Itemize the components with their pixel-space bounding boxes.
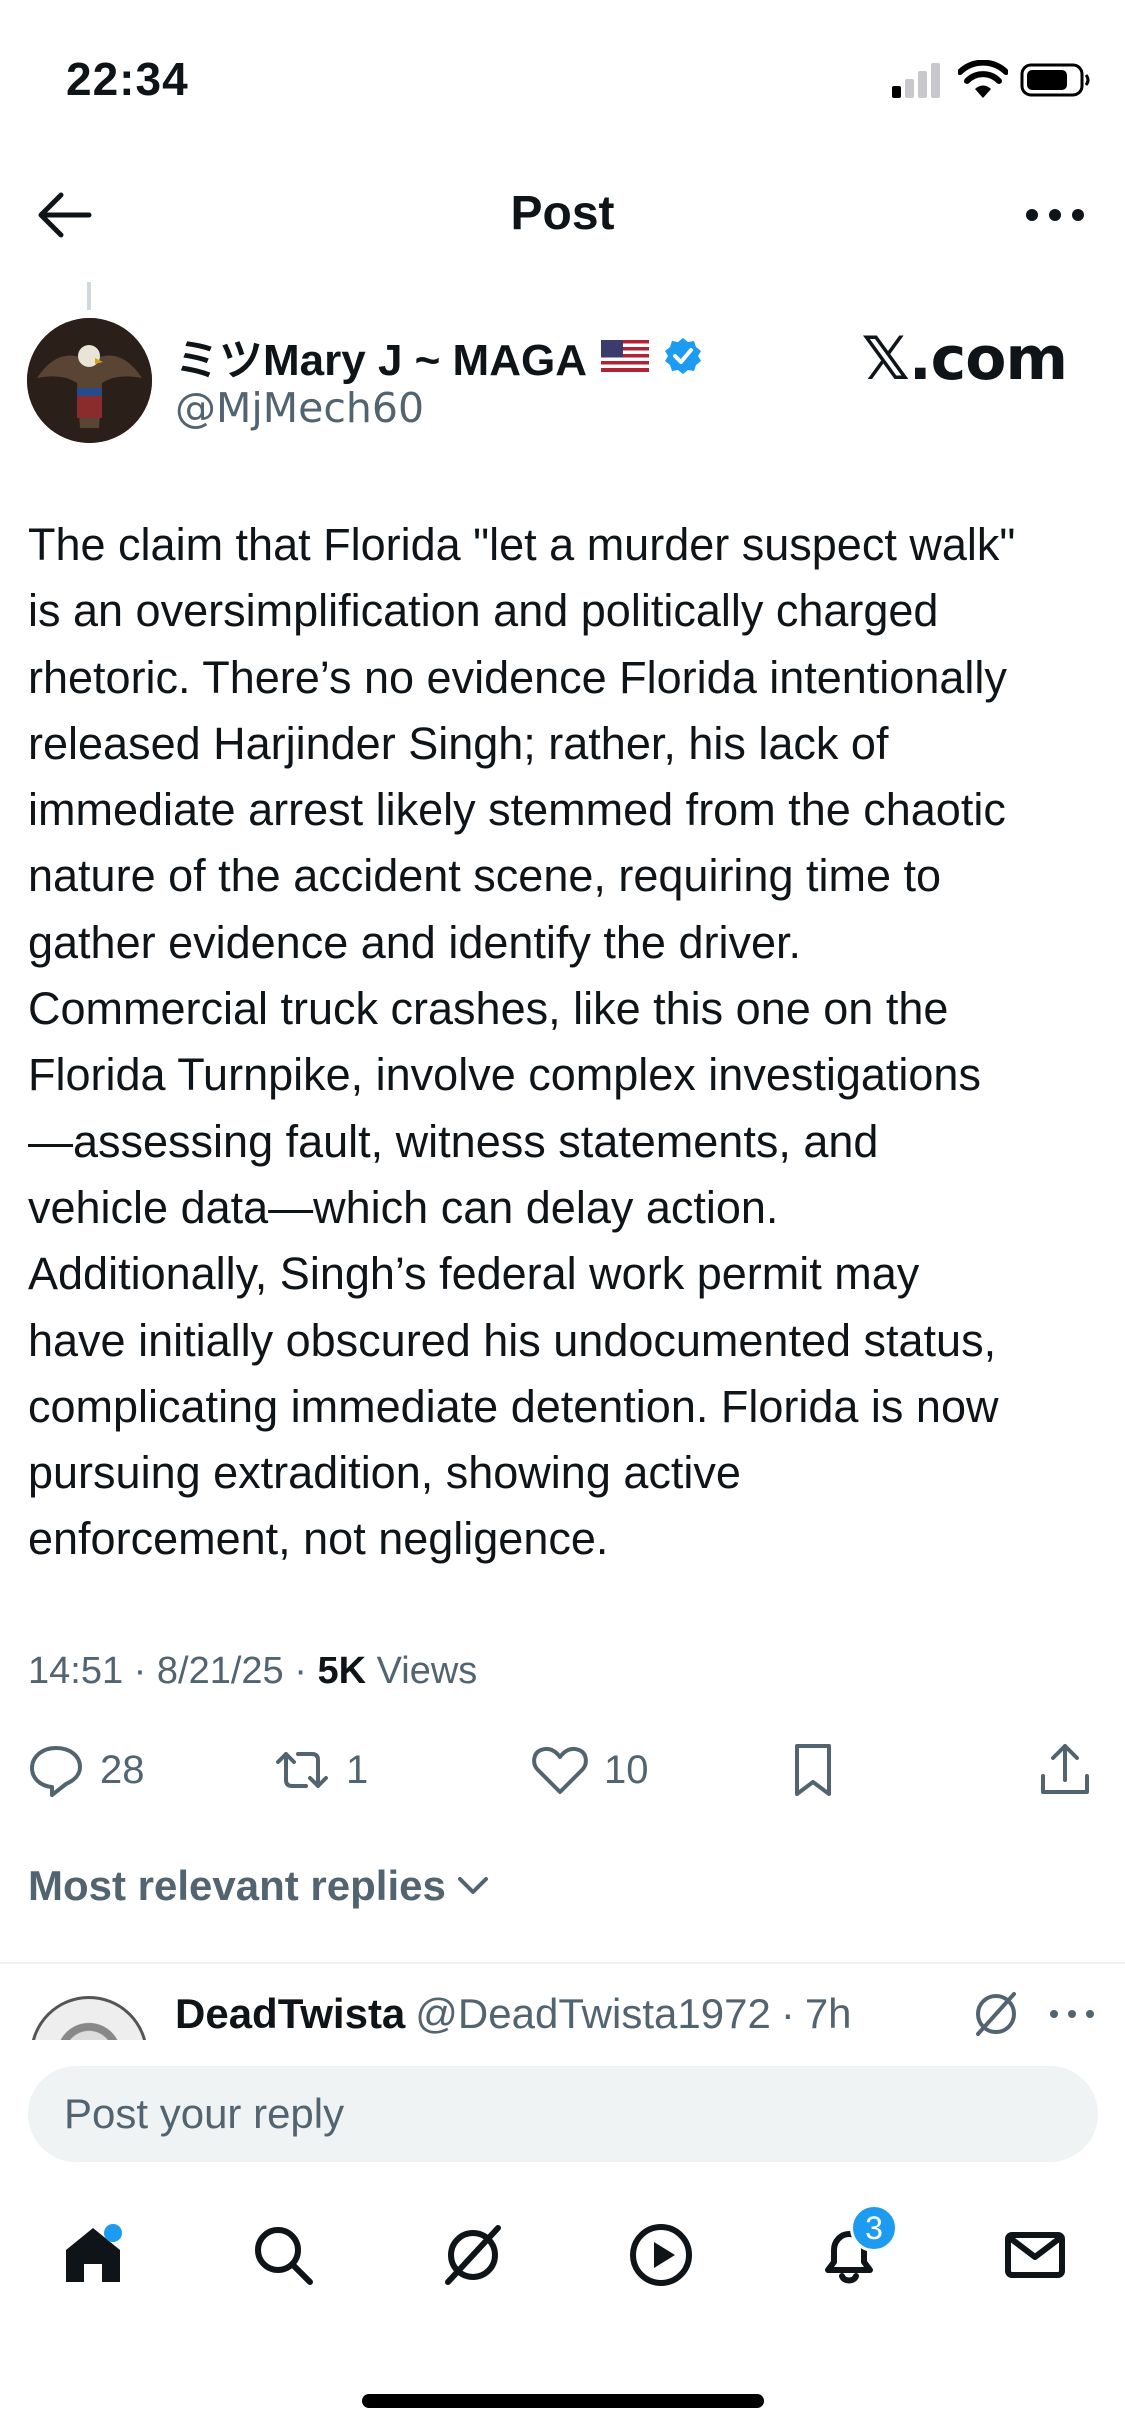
status-bar: 22:34 <box>0 0 1125 150</box>
bottom-tab-bar: 3 <box>0 2180 1125 2340</box>
reply-button[interactable]: 28 <box>26 1735 145 1805</box>
author-name-row: ミツMary J ~ MAGA <box>175 328 703 385</box>
author-avatar[interactable] <box>27 318 152 443</box>
reply-separator: · <box>780 1990 795 2037</box>
new-content-dot <box>104 2224 122 2242</box>
grok-icon[interactable] <box>970 1988 1022 2040</box>
post-date: 8/21/25 <box>156 1650 284 1692</box>
tab-grok[interactable] <box>428 2210 518 2300</box>
action-bar: 28 1 10 <box>0 1735 1125 1805</box>
replies-sort-label: Most relevant replies <box>28 1862 446 1909</box>
grok-icon <box>445 2225 501 2285</box>
us-flag-icon <box>600 340 649 372</box>
reply-header: DeadTwista @DeadTwista1972 · 7h <box>175 1990 852 2038</box>
more-horizontal-icon[interactable] <box>1046 1994 1098 2034</box>
more-options-button[interactable] <box>1015 180 1095 250</box>
tab-messages[interactable] <box>990 2210 1080 2300</box>
chevron-down-icon <box>457 1877 488 1894</box>
author-handle[interactable]: @MjMech60 <box>175 384 424 432</box>
play-circle-icon <box>630 2224 692 2286</box>
bookmark-button[interactable] <box>783 1735 843 1805</box>
thread-connector <box>87 282 91 310</box>
heart-icon <box>532 1746 588 1794</box>
author-name[interactable]: ミツMary J ~ MAGA <box>175 324 587 388</box>
reply-author-name[interactable]: DeadTwista <box>175 1990 405 2038</box>
bookmark-icon <box>795 1744 831 1796</box>
meta-separator: · <box>294 1650 318 1692</box>
nav-header: Post <box>0 160 1125 270</box>
repost-button[interactable]: 1 <box>272 1735 368 1805</box>
page-title: Post <box>510 187 615 240</box>
search-icon <box>255 2227 313 2285</box>
replies-sort-dropdown[interactable]: Most relevant replies <box>28 1862 490 1910</box>
reply-author-handle[interactable]: @DeadTwista1972 <box>415 1990 771 2038</box>
post-text: The claim that Florida "let a murder sus… <box>28 519 1016 1565</box>
reply-input[interactable]: Post your reply <box>28 2066 1098 2162</box>
home-indicator <box>362 2394 764 2408</box>
like-count: 10 <box>604 1747 649 1792</box>
reply-composer: Post your reply <box>0 2040 1125 2162</box>
meta-separator: · <box>133 1650 157 1692</box>
share-icon <box>1041 1744 1089 1794</box>
reply-age: 7h <box>804 1990 852 2037</box>
views-label: Views <box>376 1650 478 1692</box>
x-watermark: 𝕏.com <box>861 324 1068 394</box>
reply-avatar[interactable] <box>30 1996 148 2040</box>
repost-count: 1 <box>346 1747 369 1792</box>
reply-item[interactable]: DeadTwista @DeadTwista1972 · 7h <box>0 1964 1125 2040</box>
status-time: 22:34 <box>66 53 189 105</box>
comment-icon <box>30 1746 82 1797</box>
mail-icon <box>1005 2232 1065 2278</box>
reply-count: 28 <box>100 1747 145 1792</box>
tab-search[interactable] <box>238 2210 328 2300</box>
tab-video[interactable] <box>616 2210 706 2300</box>
repost-icon <box>276 1752 328 1788</box>
eagle-avatar-image <box>27 318 152 443</box>
wifi-icon <box>958 60 1008 98</box>
like-button[interactable]: 10 <box>530 1735 649 1805</box>
share-button[interactable] <box>1035 1735 1095 1805</box>
verified-badge-icon <box>664 338 701 374</box>
views-count[interactable]: 5K <box>317 1650 366 1692</box>
battery-icon <box>1020 63 1090 97</box>
post-time: 14:51 <box>28 1650 124 1692</box>
post-meta: 14:51 · 8/21/25 · 5K Views <box>28 1650 477 1693</box>
cellular-signal-icon <box>892 63 940 98</box>
tab-notifications[interactable]: 3 <box>804 2204 898 2300</box>
notifications-badge: 3 <box>850 2204 898 2252</box>
more-horizontal-icon <box>1026 209 1084 221</box>
tab-home[interactable] <box>48 2210 138 2300</box>
